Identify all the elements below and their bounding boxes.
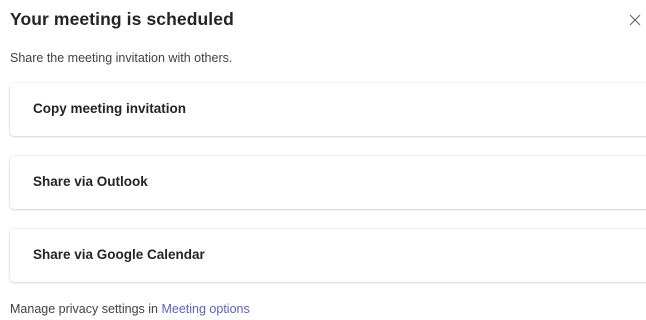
footer-text: Manage privacy settings in [10, 302, 162, 316]
option-label: Share via Outlook [33, 174, 148, 189]
share-via-google-calendar-button[interactable]: Share via Google Calendar [10, 229, 646, 282]
meeting-scheduled-dialog: Your meeting is scheduled Share the meet… [0, 0, 646, 320]
meeting-options-link[interactable]: Meeting options [161, 302, 249, 316]
share-via-outlook-button[interactable]: Share via Outlook [10, 156, 646, 209]
close-button[interactable] [627, 12, 643, 28]
close-icon [627, 12, 643, 28]
option-label: Share via Google Calendar [33, 247, 205, 262]
option-label: Copy meeting invitation [33, 101, 187, 116]
dialog-subtitle: Share the meeting invitation with others… [10, 51, 233, 65]
privacy-footer: Manage privacy settings in Meeting optio… [10, 302, 250, 316]
dialog-title: Your meeting is scheduled [10, 9, 234, 29]
copy-meeting-invitation-button[interactable]: Copy meeting invitation [10, 83, 646, 136]
